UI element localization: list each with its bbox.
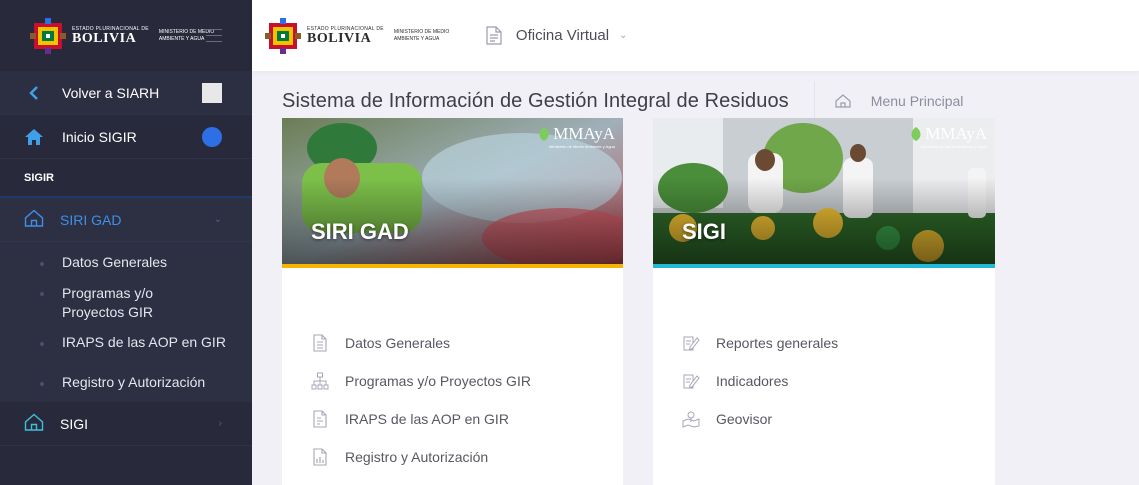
map-icon — [682, 410, 700, 428]
subheader: Sistema de Información de Gestión Integr… — [282, 81, 963, 121]
siri-gad-items: Datos Generales Programas y/o Proyectos … — [0, 242, 252, 402]
sidebar-subitem-label: IRAPS de las AOP en GIR — [62, 334, 226, 350]
sidebar: ESTADO PLURINACIONAL DE BOLIVIA MINISTER… — [0, 0, 252, 485]
sidebar-item-label: Inicio SIGIR — [62, 128, 137, 145]
sitemap-icon — [311, 372, 329, 390]
leaf-icon — [539, 127, 549, 141]
sidebar-brand: ESTADO PLURINACIONAL DE BOLIVIA MINISTER… — [0, 0, 252, 71]
card-accent-bar — [653, 264, 995, 268]
card-link-iraps[interactable]: IRAPS de las AOP en GIR — [311, 400, 623, 438]
card-link-programas[interactable]: Programas y/o Proyectos GIR — [311, 362, 623, 400]
sidebar-section-title: SIGIR — [0, 159, 252, 198]
card-title: SIGI — [682, 219, 727, 244]
sidebar-item-label: SIRI GAD — [60, 211, 122, 228]
card-sigi-image[interactable]: MMAyA Ministerio de Medio Ambiente y Agu… — [653, 118, 995, 268]
brand-text: ESTADO PLURINACIONAL DE BOLIVIA — [72, 26, 149, 46]
sidebar-item-label: SIGI — [60, 415, 89, 432]
card-sigi: MMAyA Ministerio de Medio Ambiente y Agu… — [653, 118, 995, 485]
bolivia-logo[interactable]: ESTADO PLURINACIONAL DE BOLIVIA MINISTER… — [28, 17, 229, 55]
home-icon — [24, 127, 44, 147]
sidebar-toggle-icon[interactable] — [206, 29, 222, 47]
card-title: SIRI GAD — [311, 219, 409, 244]
oficina-virtual-menu[interactable]: Oficina Virtual ⌄ — [486, 26, 628, 45]
card-link-datos-generales[interactable]: Datos Generales — [311, 324, 623, 362]
brand-ministry-text: MINISTERIO DE MEDIO AMBIENTE Y AGUA — [393, 28, 450, 42]
sidebar-subitem-iraps[interactable]: IRAPS de las AOP en GIR — [0, 334, 252, 374]
header-logo[interactable]: ESTADO PLURINACIONAL DE BOLIVIA MINISTER… — [263, 17, 464, 55]
oficina-virtual-label: Oficina Virtual — [515, 27, 610, 44]
back-square-badge — [202, 83, 222, 103]
document-icon — [486, 26, 502, 45]
breadcrumb: Menu Principal — [835, 93, 964, 109]
mmaya-logo-subtext: Ministerio de Medio Ambiente y Agua — [921, 144, 987, 149]
mmaya-logo: MMAyA Ministerio de Medio Ambiente y Agu… — [537, 124, 615, 149]
mmaya-logo-text: MMAyA — [925, 124, 987, 143]
card-link-geovisor[interactable]: Geovisor — [682, 400, 995, 438]
card-link-label: IRAPS de las AOP en GIR — [345, 411, 509, 427]
page-title: Sistema de Información de Gestión Integr… — [282, 89, 789, 112]
sidebar-subitem-label: Registro y Autorización — [62, 374, 206, 390]
card-link-label: Datos Generales — [345, 335, 451, 351]
bolivia-emblem-icon — [30, 17, 66, 54]
chevron-right-icon: › — [218, 418, 222, 429]
edit-note-icon — [682, 372, 700, 390]
chevron-down-icon: ⌄ — [213, 214, 222, 225]
card-link-label: Registro y Autorización — [345, 449, 489, 465]
breadcrumb-item-menu-principal[interactable]: Menu Principal — [871, 93, 964, 109]
sidebar-subitem-registro[interactable]: Registro y Autorización — [0, 374, 252, 394]
brand-text: ESTADO PLURINACIONAL DE BOLIVIA — [307, 26, 384, 46]
card-link-label: Programas y/o Proyectos GIR — [345, 373, 531, 389]
chevron-left-icon — [24, 83, 44, 103]
sidebar-subitem-label: Datos Generales — [62, 254, 168, 270]
leaf-icon — [911, 127, 921, 141]
document-icon — [311, 334, 329, 352]
card-sigi-list: Reportes generales Indicadores Geovisor — [653, 268, 995, 438]
chevron-down-icon: ⌄ — [619, 30, 628, 41]
home-icon[interactable] — [835, 94, 851, 108]
siri-gad-submenu: SIRI GAD ⌄ Datos Generales Programas y/o… — [0, 198, 252, 402]
card-link-label: Geovisor — [716, 411, 773, 427]
card-link-reportes[interactable]: Reportes generales — [682, 324, 995, 362]
bolivia-emblem-icon — [265, 17, 301, 54]
back-to-siarh-label: Volver a SIARH — [62, 84, 160, 101]
top-header: ESTADO PLURINACIONAL DE BOLIVIA MINISTER… — [252, 0, 1139, 71]
sidebar-item-siri-gad[interactable]: SIRI GAD ⌄ — [0, 198, 252, 242]
status-dot — [202, 127, 222, 147]
sidebar-subitem-programas[interactable]: Programas y/o Proyectos GIR — [0, 284, 180, 334]
card-link-label: Reportes generales — [716, 335, 839, 351]
brand-big-text: BOLIVIA — [307, 30, 372, 46]
card-accent-bar — [282, 264, 623, 268]
card-link-indicadores[interactable]: Indicadores — [682, 362, 995, 400]
card-link-registro[interactable]: Registro y Autorización — [311, 438, 623, 476]
back-to-siarh-link[interactable]: Volver a SIARH — [0, 71, 252, 115]
card-link-label: Indicadores — [716, 373, 789, 389]
breadcrumb-divider — [813, 81, 815, 121]
sidebar-item-sigi[interactable]: SIGI › — [0, 402, 252, 446]
card-siri-gad-list: Datos Generales Programas y/o Proyectos … — [282, 268, 623, 476]
file-chart-icon — [311, 448, 329, 466]
home-outline-icon — [24, 209, 44, 230]
card-siri-gad: MMAyA Ministerio de Medio Ambiente y Agu… — [282, 118, 623, 485]
edit-note-icon — [682, 334, 700, 352]
file-list-icon — [311, 410, 329, 428]
mmaya-logo-text: MMAyA — [553, 124, 615, 143]
card-siri-gad-image[interactable]: MMAyA Ministerio de Medio Ambiente y Agu… — [282, 118, 623, 268]
home-outline-icon — [24, 413, 44, 434]
mmaya-logo: MMAyA Ministerio de Medio Ambiente y Agu… — [909, 124, 987, 149]
brand-big-text: BOLIVIA — [72, 30, 137, 46]
sidebar-subitem-label: Programas y/o Proyectos GIR — [62, 285, 154, 320]
sidebar-subitem-datos-generales[interactable]: Datos Generales — [0, 254, 252, 284]
mmaya-logo-subtext: Ministerio de Medio Ambiente y Agua — [549, 144, 615, 149]
